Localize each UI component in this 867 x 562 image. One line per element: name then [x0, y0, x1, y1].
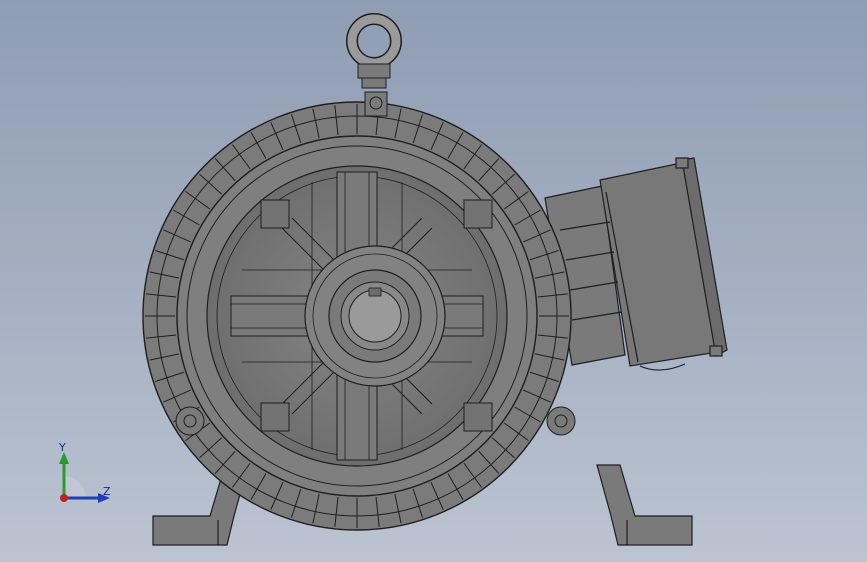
end-shield: [176, 135, 538, 497]
view-triad: Y Z: [48, 440, 118, 510]
electric-motor-model[interactable]: [0, 0, 867, 562]
graphics-viewport[interactable]: Y Z: [0, 0, 867, 562]
terminal-box: [544, 157, 728, 371]
lifting-eyebolt: [346, 13, 402, 89]
z-axis-label: Z: [103, 485, 111, 498]
y-axis-label: Y: [59, 441, 66, 454]
